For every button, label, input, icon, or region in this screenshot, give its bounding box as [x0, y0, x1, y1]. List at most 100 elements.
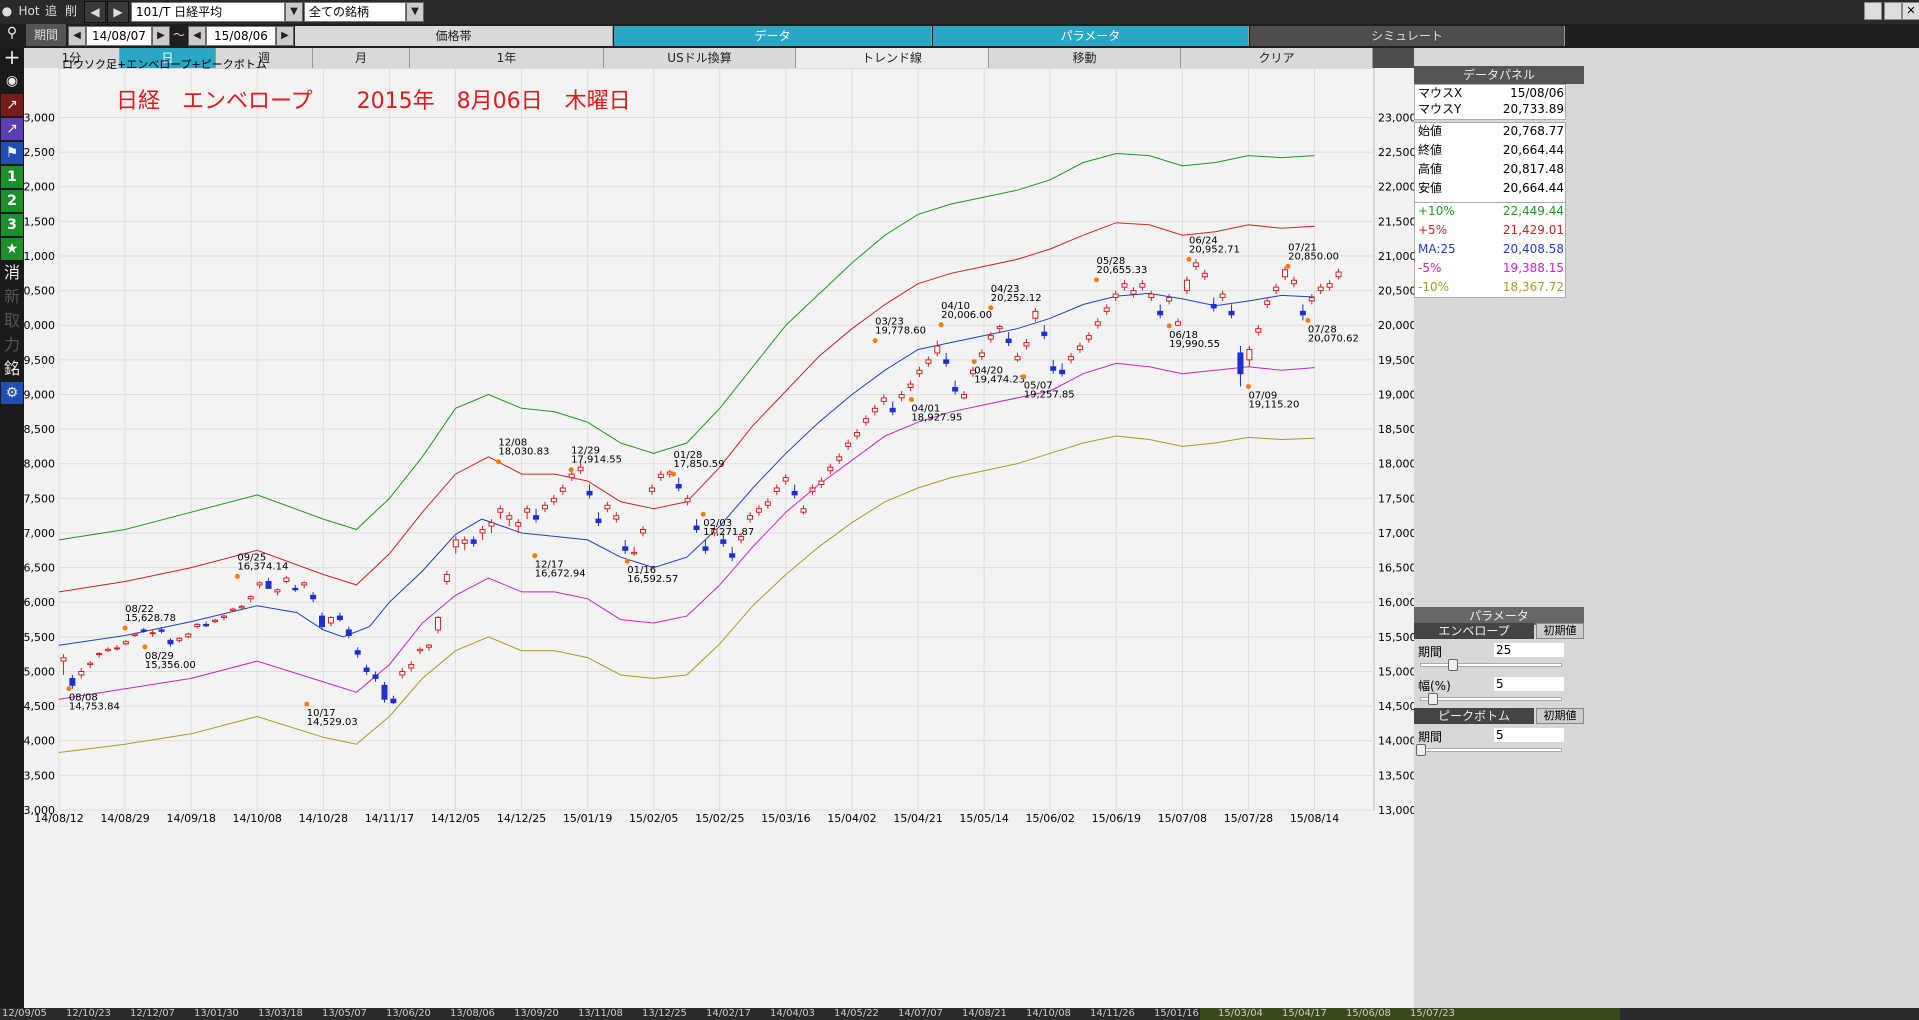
add-button[interactable]: 追	[42, 0, 60, 22]
annotation-value: 19,257.85	[1024, 390, 1075, 401]
star-icon[interactable]: ★	[1, 238, 23, 260]
y-tick-label-right: 22,500	[1378, 146, 1414, 159]
peak-period-knob[interactable]	[1416, 744, 1426, 756]
env-width-input[interactable]: 5	[1494, 677, 1564, 691]
to-next-icon[interactable]: ▶	[276, 26, 294, 46]
candle-body	[87, 662, 94, 666]
tab-simulate[interactable]: シミュレート	[1250, 26, 1565, 46]
search-icon[interactable]: ⚲	[1, 22, 23, 44]
from-next-icon[interactable]: ▶	[152, 26, 170, 46]
candle-body	[1192, 262, 1199, 267]
candle-body	[996, 326, 1003, 330]
candle-body	[229, 608, 236, 612]
close-icon[interactable]: ✕	[1902, 2, 1919, 20]
tab-data[interactable]: データ	[614, 26, 932, 46]
candle-body	[452, 539, 459, 548]
erase-icon[interactable]: 消	[1, 262, 23, 284]
env-period-input[interactable]: 25	[1494, 643, 1564, 657]
preset-2-button[interactable]: 2	[1, 190, 23, 212]
stock-icon[interactable]: 銘	[1, 358, 23, 380]
band-row: -5% 19,388.15	[1416, 261, 1566, 276]
chart-red-icon[interactable]: ↗	[1, 94, 23, 116]
preset-1-button[interactable]: 1	[1, 166, 23, 188]
chart-purple-icon[interactable]: ↗	[1, 118, 23, 140]
camera-icon[interactable]: ◉	[1, 70, 23, 92]
bottom-timeline[interactable]: 12/09/05 12/10/23 12/12/07 13/01/30 13/03/18…	[0, 1008, 1919, 1020]
tab-trendline[interactable]: トレンド線	[796, 48, 989, 68]
peak-period-slider[interactable]	[1420, 748, 1562, 752]
y-tick-label-left: 13,500	[24, 769, 55, 782]
tab-usd[interactable]: USドル換算	[604, 48, 796, 68]
candle-body	[399, 670, 406, 676]
envelope-init-button[interactable]: 初期値	[1536, 623, 1584, 639]
band-value: 22,449.44	[1502, 204, 1564, 218]
chart-area[interactable]: 13,00013,00013,50013,50014,00014,00014,5…	[24, 58, 1414, 1020]
timeline-tick: 15/07/23	[1410, 1008, 1455, 1019]
crosshair-icon[interactable]: +	[1, 46, 23, 68]
annotation-value: 19,778.60	[875, 326, 926, 337]
peak-bottom-marker	[1186, 256, 1192, 262]
peak-period-input[interactable]: 5	[1494, 728, 1564, 742]
prev-arrow-icon[interactable]: ◀	[84, 1, 106, 23]
plot-background	[58, 68, 1375, 811]
env-width-slider[interactable]	[1420, 697, 1562, 701]
band-value: 21,429.01	[1502, 223, 1564, 237]
hot-button[interactable]: Hot	[18, 0, 40, 22]
y-tick-label-left: 19,500	[24, 354, 55, 367]
candle-body	[122, 641, 129, 645]
to-prev-icon[interactable]: ◀	[188, 26, 206, 46]
env-period-slider[interactable]	[1420, 663, 1562, 667]
flag-icon[interactable]: ⚑	[1, 142, 23, 164]
env-period-knob[interactable]	[1448, 659, 1458, 671]
gear-icon[interactable]: ⚙	[1, 382, 23, 404]
candle-body	[729, 553, 736, 558]
peak-bottom-marker	[938, 322, 944, 328]
y-tick-label-right: 16,000	[1378, 596, 1414, 609]
annotation-value: 15,628.78	[125, 613, 176, 624]
y-tick-label-left: 19,000	[24, 388, 55, 401]
peak-init-button[interactable]: 初期値	[1536, 708, 1584, 724]
symbol-dropdown-icon[interactable]: ▼	[285, 2, 303, 22]
candle-body	[238, 605, 245, 609]
from-prev-icon[interactable]: ◀	[68, 26, 86, 46]
mouse-row: マウスX 15/08/06	[1416, 86, 1566, 101]
to-date-field[interactable]: 15/08/06	[206, 26, 276, 46]
from-date-field[interactable]: 14/08/07	[86, 26, 152, 46]
next-arrow-icon[interactable]: ▶	[107, 1, 129, 23]
preset-3-button[interactable]: 3	[1, 214, 23, 236]
tab-move[interactable]: 移動	[989, 48, 1181, 68]
candle-body	[1032, 310, 1039, 319]
tab-clear[interactable]: クリア	[1181, 48, 1373, 68]
maximize-button[interactable]	[1884, 2, 1902, 20]
tab-price-band[interactable]: 価格帯	[295, 26, 613, 46]
candle-body	[916, 369, 923, 375]
candle-body	[220, 615, 227, 618]
universe-field[interactable]: 全ての銘柄	[304, 2, 406, 22]
mouse-label: マウスX	[1418, 86, 1463, 100]
candle-body	[1282, 269, 1289, 278]
band-value: 18,367.72	[1502, 280, 1564, 294]
candle-body	[69, 677, 76, 686]
tab-1year[interactable]: 1年	[410, 48, 604, 68]
y-tick-label-left: 14,000	[24, 735, 55, 748]
candle-body	[657, 473, 664, 479]
candle-body	[1059, 369, 1066, 375]
candle-body	[827, 466, 834, 472]
symbol-field[interactable]: 101/T 日経平均	[131, 2, 285, 22]
ohlc-row: 安値 20,664.44	[1416, 181, 1566, 196]
candle-body	[96, 652, 103, 655]
candle-body	[176, 637, 183, 641]
universe-dropdown-icon[interactable]: ▼	[406, 2, 424, 22]
candle-body	[809, 487, 816, 492]
delete-button[interactable]: 削	[62, 0, 80, 22]
timeline-tick: 14/10/08	[1026, 1008, 1071, 1019]
minimize-button[interactable]	[1864, 2, 1882, 20]
env-width-knob[interactable]	[1428, 693, 1438, 705]
tab-monthly[interactable]: 月	[313, 48, 410, 68]
x-tick-label: 15/07/08	[1158, 812, 1207, 825]
peak-bottom-marker	[908, 397, 914, 403]
lightbulb-icon[interactable]: ●	[0, 0, 14, 22]
tab-parameter[interactable]: パラメータ	[933, 26, 1249, 46]
candle-body	[1201, 272, 1208, 278]
chart-svg[interactable]: 13,00013,00013,50013,50014,00014,00014,5…	[24, 68, 1414, 1020]
